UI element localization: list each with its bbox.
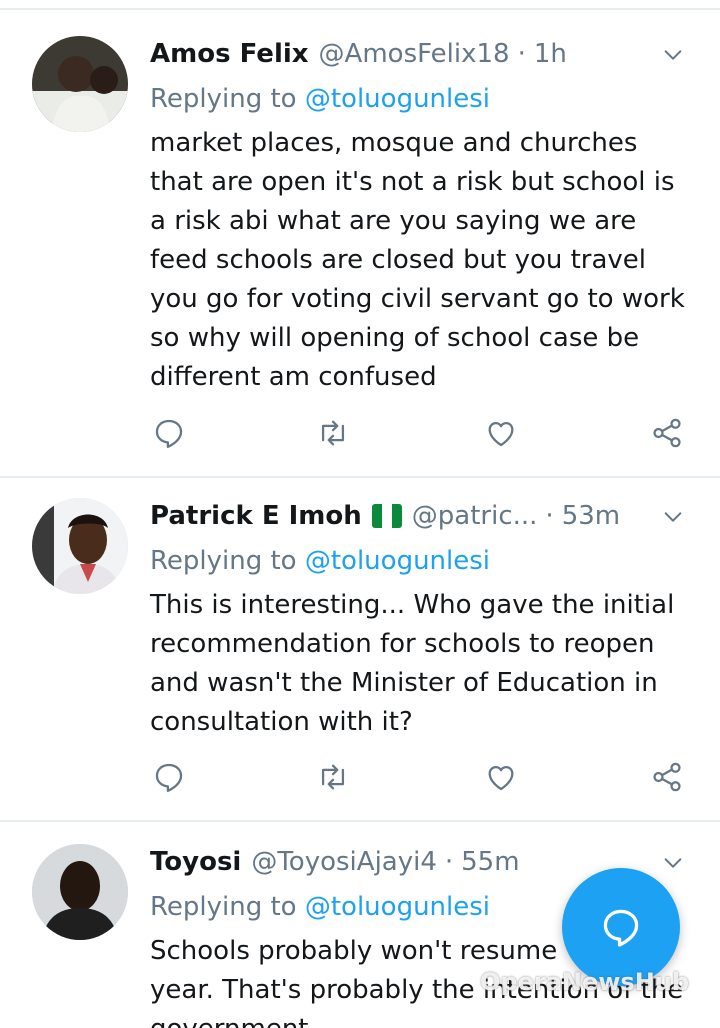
- timestamp: 53m: [561, 501, 621, 531]
- timestamp: 1h: [533, 39, 567, 69]
- like-button[interactable]: [484, 416, 524, 456]
- tweet-text: market places, mosque and churches that …: [150, 128, 685, 392]
- mention-link[interactable]: @toluogunlesi: [305, 546, 490, 576]
- author-handle[interactable]: @AmosFelix18: [319, 39, 510, 69]
- separator-dot: ·: [517, 39, 526, 69]
- avatar[interactable]: [32, 36, 128, 132]
- share-button[interactable]: [650, 416, 690, 456]
- separator-dot: ·: [545, 501, 554, 531]
- author-handle[interactable]: @ToyosiAjayi4: [251, 847, 437, 877]
- share-button[interactable]: [650, 760, 690, 800]
- replying-to: Replying to @toluogunlesi: [150, 546, 490, 576]
- tweet-header: Patrick E Imoh @patric... · 53m: [150, 498, 690, 534]
- replying-to-label: Replying to: [150, 546, 297, 576]
- replying-to-label: Replying to: [150, 84, 297, 114]
- action-bar: [150, 416, 695, 456]
- retweet-button[interactable]: [316, 416, 356, 456]
- watermark: OperaNewsHub: [480, 968, 690, 996]
- mention-link[interactable]: @toluogunlesi: [305, 84, 490, 114]
- reply-icon: [155, 763, 183, 793]
- author-handle[interactable]: @patric...: [412, 501, 538, 531]
- compose-icon: [603, 909, 639, 947]
- author-name[interactable]: Amos Felix: [150, 39, 309, 69]
- author-name[interactable]: Toyosi: [150, 847, 241, 877]
- like-button[interactable]: [484, 760, 524, 800]
- tweet-header: Amos Felix @AmosFelix18 · 1h: [150, 36, 690, 72]
- timestamp: 55m: [461, 847, 520, 877]
- avatar[interactable]: [32, 844, 128, 940]
- tweet-item[interactable]: Patrick E Imoh @patric... · 53m Replying…: [0, 478, 720, 820]
- like-icon: [488, 421, 514, 447]
- like-icon: [488, 765, 514, 791]
- reply-button[interactable]: [152, 416, 192, 456]
- action-bar: [150, 760, 695, 800]
- reply-icon: [155, 419, 183, 449]
- share-icon: [653, 762, 681, 792]
- retweet-icon: [321, 420, 345, 446]
- avatar[interactable]: [32, 498, 128, 594]
- mention-link[interactable]: @toluogunlesi: [305, 892, 490, 922]
- replying-to: Replying to @toluogunlesi: [150, 892, 490, 922]
- replying-to: Replying to @toluogunlesi: [150, 84, 490, 114]
- chevron-down-icon[interactable]: [662, 506, 684, 528]
- tweet-item[interactable]: Amos Felix @AmosFelix18 · 1h Replying to…: [0, 0, 720, 476]
- nigeria-flag-icon: [371, 504, 402, 528]
- retweet-icon: [321, 764, 345, 790]
- tweet-text: This is interesting... Who gave the init…: [150, 590, 675, 737]
- replying-to-label: Replying to: [150, 892, 297, 922]
- reply-button[interactable]: [152, 760, 192, 800]
- chevron-down-icon[interactable]: [662, 852, 684, 874]
- retweet-button[interactable]: [316, 760, 356, 800]
- share-icon: [653, 418, 681, 448]
- chevron-down-icon[interactable]: [662, 44, 684, 66]
- author-name[interactable]: Patrick E Imoh: [150, 501, 362, 531]
- separator-dot: ·: [444, 847, 454, 877]
